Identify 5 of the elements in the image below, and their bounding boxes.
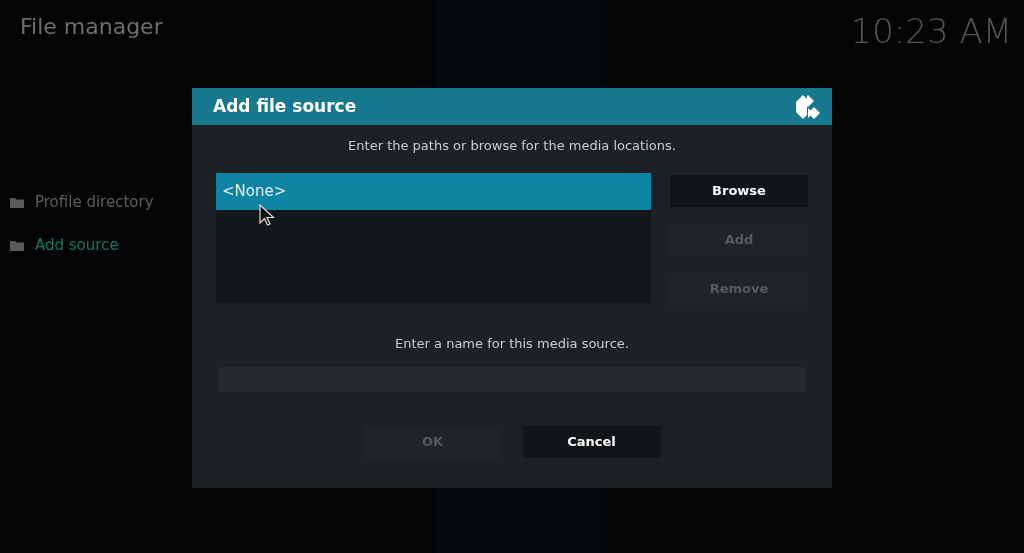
name-prompt: Enter a name for this media source. — [394, 334, 630, 353]
clock: 10:23 AM — [850, 10, 1012, 53]
page-title: File manager — [20, 13, 163, 41]
paths-prompt: Enter the paths or browse for the media locations. — [347, 137, 677, 155]
dialog-title: Add file source — [213, 94, 357, 118]
